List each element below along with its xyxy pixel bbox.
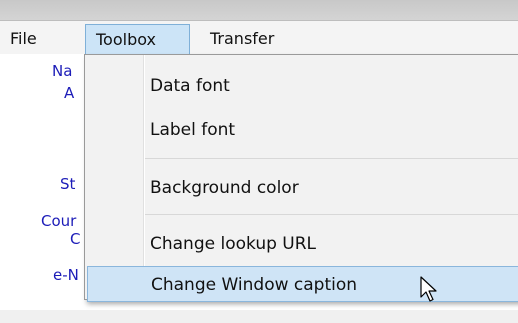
menu-item-label: Label font	[150, 120, 236, 140]
menu-item-label-font[interactable]: Label font	[85, 112, 518, 148]
menu-item-data-font[interactable]: Data font	[85, 68, 518, 104]
menu-file[interactable]: File	[3, 25, 44, 53]
arrow-pointer-icon	[420, 276, 437, 302]
menu-item-label: Data font	[150, 76, 230, 96]
menu-item-label: Change Window caption	[151, 275, 358, 295]
menu-item-label: Background color	[150, 178, 299, 198]
menu-item-change-window-caption[interactable]: Change Window caption	[87, 266, 518, 302]
form-label-country: Cour	[41, 212, 77, 230]
toolbox-dropdown-menu: Data font Label font Background color Ch…	[84, 54, 518, 302]
menu-separator	[145, 214, 518, 215]
menu-item-label: Change lookup URL	[150, 234, 317, 254]
form-label-state: St	[60, 175, 76, 193]
menu-toolbox[interactable]: Toolbox	[85, 24, 190, 56]
menu-transfer[interactable]: Transfer	[203, 25, 281, 53]
form-label-other: C	[70, 230, 81, 248]
window-top-strip	[0, 0, 518, 20]
form-bottom-strip	[0, 310, 518, 323]
form-label-address: A	[64, 84, 75, 102]
form-label-name: Na	[52, 62, 73, 80]
menu-item-background-color[interactable]: Background color	[85, 170, 518, 206]
menu-bar: File Toolbox Transfer	[0, 20, 518, 56]
menu-item-change-lookup-url[interactable]: Change lookup URL	[85, 226, 518, 262]
menu-separator	[145, 158, 518, 159]
form-label-email: e-N	[53, 266, 79, 284]
